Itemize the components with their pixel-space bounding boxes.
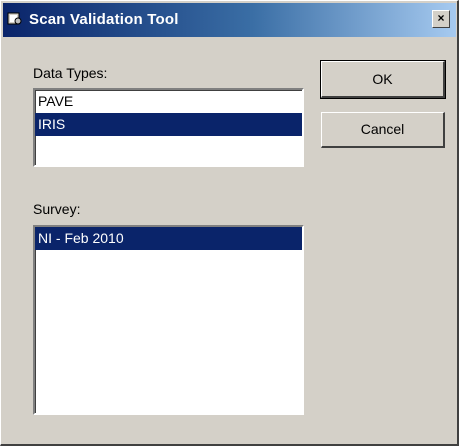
dialog-window: Scan Validation Tool × Data Types: PAVE … [0, 0, 459, 446]
cancel-button[interactable]: Cancel [321, 112, 445, 148]
data-types-label: Data Types: [33, 65, 108, 81]
close-button[interactable]: × [432, 10, 450, 28]
list-item-iris[interactable]: IRIS [35, 113, 302, 136]
data-types-listbox[interactable]: PAVE IRIS [33, 88, 304, 167]
cancel-button-label: Cancel [360, 121, 405, 137]
ok-button-label: OK [372, 71, 393, 87]
close-icon: × [437, 11, 445, 25]
ok-button[interactable]: OK [320, 60, 446, 99]
list-item-pave[interactable]: PAVE [35, 90, 302, 113]
list-item-survey[interactable]: NI - Feb 2010 [35, 227, 302, 250]
app-icon [7, 12, 22, 25]
survey-listbox[interactable]: NI - Feb 2010 [33, 225, 304, 415]
title-bar[interactable]: Scan Validation Tool × [3, 3, 456, 37]
survey-label: Survey: [33, 201, 81, 217]
window-title: Scan Validation Tool [29, 11, 179, 28]
